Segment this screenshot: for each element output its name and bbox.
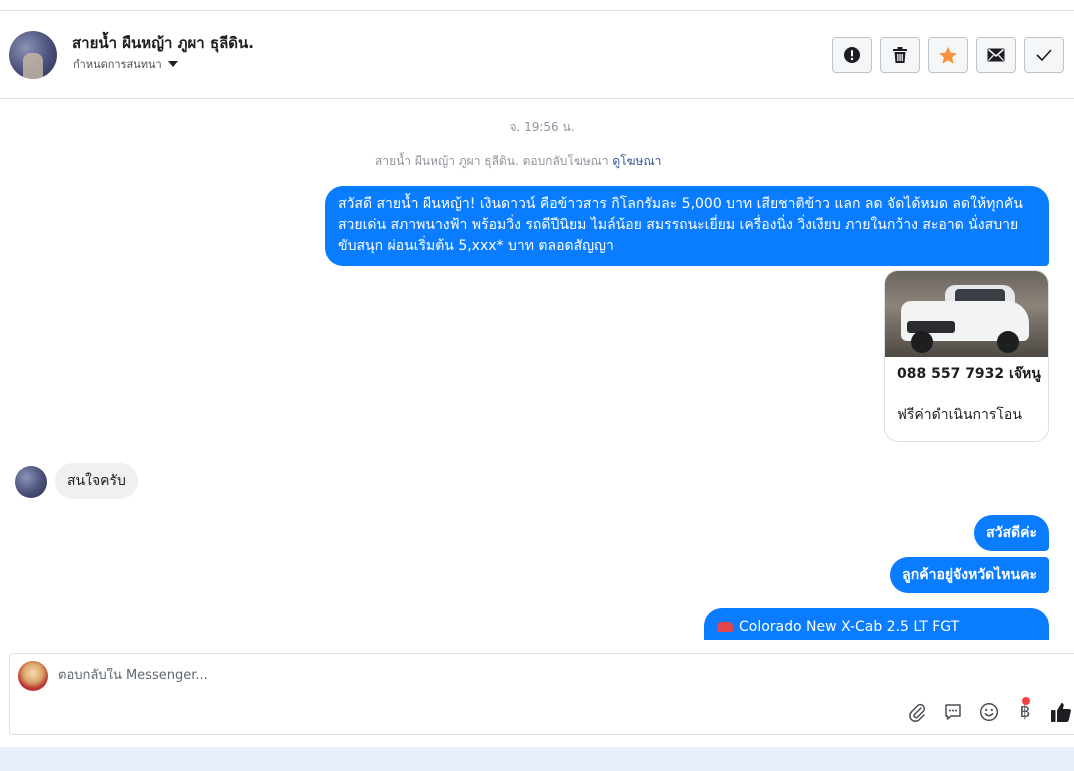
car-photo (885, 271, 1048, 357)
saved-replies-button[interactable] (941, 700, 965, 724)
car-grill-shape (907, 321, 955, 333)
assign-conversation-dropdown[interactable]: กำหนดการสนทนา (73, 55, 178, 73)
ad-card[interactable]: 088 557 7932 เจ๊หนู ฟรีค่าดำเนินการโอน (884, 270, 1049, 442)
conversation-header: สายน้ำ ผืนหญ้า ภูผา ธุลีดิน. กำหนดการสนท… (0, 11, 1074, 99)
bottom-strip (0, 747, 1074, 771)
trash-icon (893, 47, 907, 63)
outgoing-message[interactable]: สวัสดีค่ะ (974, 515, 1049, 551)
card-phone: 088 557 7932 เจ๊หนู (897, 366, 1041, 382)
star-icon (939, 46, 957, 64)
view-ad-link[interactable]: ดูโฆษณา (612, 154, 661, 168)
reply-composer: ฿ (9, 653, 1074, 735)
car-wheel-rear (997, 331, 1019, 353)
outgoing-message[interactable]: ลูกค้าอยู่จังหวัดไหนคะ (890, 557, 1049, 593)
incoming-message[interactable]: สนใจครับ (55, 463, 138, 499)
assign-label: กำหนดการสนทนา (73, 58, 162, 71)
customer-avatar[interactable] (15, 466, 47, 498)
contact-avatar[interactable] (9, 31, 57, 79)
thumbs-up-icon (1051, 703, 1071, 722)
envelope-icon (987, 48, 1005, 62)
contact-name[interactable]: สายน้ำ ผืนหญ้า ภูผา ธุลีดิน. (72, 31, 254, 55)
outgoing-message[interactable]: Colorado New X-Cab 2.5 LT FGT (704, 608, 1049, 640)
car-emoji-icon (717, 622, 733, 632)
exclamation-circle-icon (844, 47, 860, 63)
emoji-icon (979, 702, 999, 722)
notification-dot (1022, 697, 1030, 705)
mark-done-button[interactable] (1024, 37, 1064, 73)
ad-reply-text: สายน้ำ ผืนหญ้า ภูผา ธุลีดิน. ตอบกลับโฆษณ… (375, 154, 609, 168)
paperclip-icon (909, 703, 925, 722)
car-wheel-front (911, 331, 933, 353)
emoji-button[interactable] (977, 700, 1001, 724)
mark-unread-button[interactable] (976, 37, 1016, 73)
outgoing-message[interactable]: สวัสดี สายน้ำ ผืนหญ้า! เงินดาวน์ คือข้าว… (325, 186, 1049, 266)
ad-reply-note: สายน้ำ ผืนหญ้า ภูผา ธุลีดิน. ตอบกลับโฆษณ… (375, 152, 661, 171)
star-button[interactable] (928, 37, 968, 73)
page-avatar (18, 661, 48, 691)
delete-button[interactable] (880, 37, 920, 73)
saved-reply-icon (945, 704, 961, 720)
reply-input[interactable] (58, 668, 658, 683)
card-subtitle: ฟรีค่าดำเนินการโอน (897, 407, 1022, 423)
message-timestamp: จ. 19:56 น. (509, 120, 575, 134)
like-button[interactable] (1049, 700, 1073, 724)
outgoing-message-text: Colorado New X-Cab 2.5 LT FGT (739, 619, 960, 635)
attach-button[interactable] (905, 700, 929, 724)
checkmark-icon (1036, 49, 1052, 61)
caret-down-icon (167, 61, 178, 67)
spam-button[interactable] (832, 37, 872, 73)
